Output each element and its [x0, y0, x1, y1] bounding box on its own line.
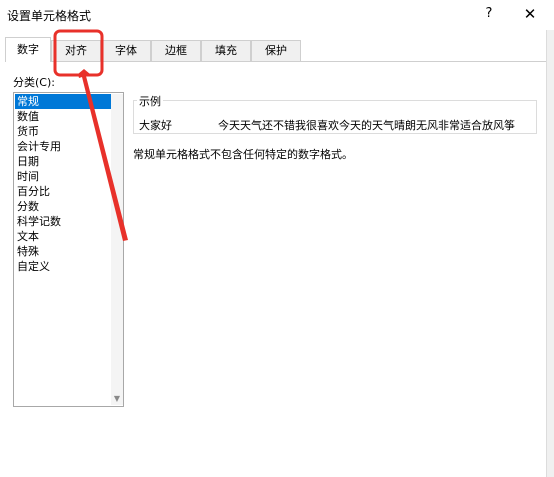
- annotation-overlay: [53, 29, 128, 241]
- arrow-icon: [78, 69, 128, 241]
- highlight-box: [53, 29, 104, 77]
- tab-number[interactable]: 数字: [5, 37, 51, 62]
